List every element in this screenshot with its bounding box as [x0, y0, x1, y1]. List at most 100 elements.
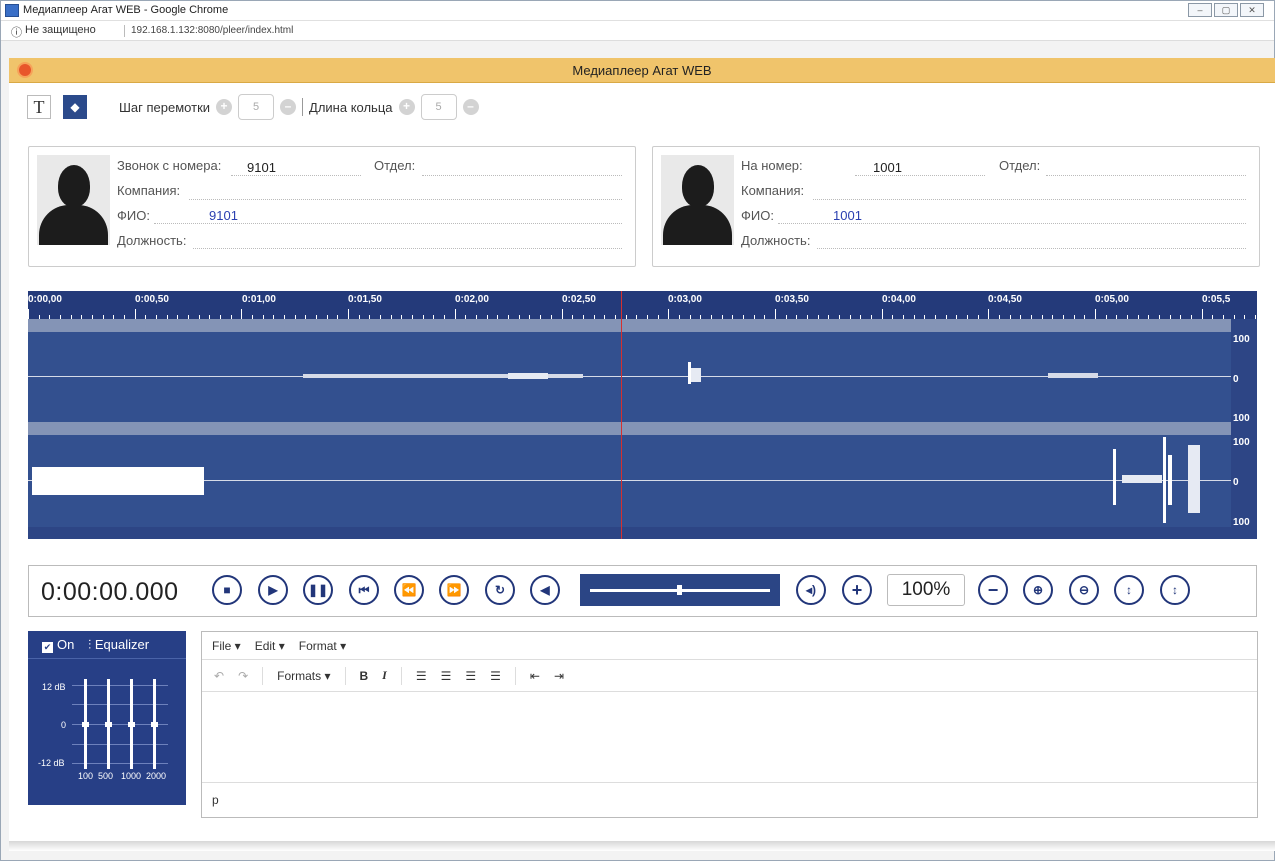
- channel-2-waveform[interactable]: [28, 435, 1231, 527]
- rewind-step-minus-icon[interactable]: –: [280, 99, 297, 115]
- volume-icon[interactable]: ◂): [796, 575, 826, 605]
- time-tick-label: 0:05,00: [1095, 294, 1129, 305]
- redo-icon[interactable]: ↷: [238, 669, 248, 683]
- align-justify-icon[interactable]: ☰: [490, 669, 501, 683]
- play-icon[interactable]: ▶: [258, 575, 288, 605]
- align-left-icon[interactable]: ☰: [416, 669, 427, 683]
- bold-button[interactable]: B: [360, 669, 369, 683]
- undo-icon[interactable]: ↶: [214, 669, 224, 683]
- callee-name-value: 1001: [833, 208, 862, 223]
- caller-from-label: Звонок с номера:: [117, 158, 222, 173]
- ruler-tick: [1255, 315, 1257, 319]
- playback-bar: 0:00:00.000 ■ ▶ ❚❚ ⏮ ⏪ ⏩ ↻ ◀ ◂) + 100% −…: [28, 565, 1257, 617]
- equalizer-icon: ⫶: [87, 637, 92, 652]
- editor-body[interactable]: [202, 692, 1257, 782]
- ch2-scale-bottom: 100: [1233, 517, 1250, 528]
- eq-band-label: 2000: [146, 771, 167, 781]
- eq-knob[interactable]: [82, 722, 89, 727]
- callee-to-value: 1001: [873, 160, 902, 175]
- time-ruler[interactable]: 0:00,00 0:00,50 0:01,00 0:01,50 0:02,00 …: [28, 291, 1257, 319]
- eq-band-label: 1000: [121, 771, 142, 781]
- caller-name-label: ФИО:: [117, 208, 150, 223]
- equalizer-title: Equalizer: [94, 637, 150, 652]
- caller-position-label: Должность:: [117, 233, 187, 248]
- slider-thumb[interactable]: [677, 585, 682, 595]
- vertical-zoom-in-icon[interactable]: ↕: [1114, 575, 1144, 605]
- zoom-in-plus-icon[interactable]: +: [842, 575, 872, 605]
- waveform-view[interactable]: 0:00,00 0:00,50 0:01,00 0:01,50 0:02,00 …: [28, 291, 1257, 539]
- pause-icon[interactable]: ❚❚: [303, 575, 333, 605]
- eq-band-label: 100: [78, 771, 94, 781]
- indent-icon[interactable]: ⇥: [554, 669, 564, 683]
- close-button[interactable]: ✕: [1240, 3, 1264, 17]
- playhead-cursor[interactable]: [621, 291, 622, 539]
- fill-bucket-icon[interactable]: ◆: [63, 95, 87, 119]
- channel-1-header[interactable]: [28, 319, 1231, 332]
- position-slider[interactable]: [580, 574, 780, 606]
- loop-length-label: Длина кольца: [309, 99, 393, 115]
- caller-card: Звонок с номера: 9101 Отдел: Компания: Ф…: [28, 146, 636, 267]
- info-icon[interactable]: ⓘ: [11, 24, 22, 40]
- time-tick-label: 0:03,00: [668, 294, 702, 305]
- ruler-tick: [881, 309, 883, 319]
- main-page: T ◆ Шаг перемотки + 5 – Длина кольца + 5…: [9, 83, 1275, 841]
- eq-knob[interactable]: [151, 722, 158, 727]
- ruler-tick: [668, 309, 670, 319]
- align-right-icon[interactable]: ☰: [465, 669, 476, 683]
- loop-length-plus-icon[interactable]: +: [398, 99, 415, 115]
- align-center-icon[interactable]: ☰: [441, 669, 452, 683]
- fast-forward-icon[interactable]: ⏩: [439, 575, 469, 605]
- eq-band-label: 500: [98, 771, 114, 781]
- time-tick-label: 0:00,00: [28, 294, 62, 305]
- zoom-level[interactable]: 100%: [887, 574, 965, 606]
- channel-1-waveform[interactable]: [28, 332, 1231, 422]
- eq-on-label: On: [57, 637, 75, 652]
- vertical-zoom-out-icon[interactable]: ↕: [1160, 575, 1190, 605]
- italic-button[interactable]: I: [382, 668, 387, 683]
- address-bar[interactable]: ⓘ Не защищено 192.168.1.132:8080/pleer/i…: [1, 21, 1274, 41]
- minimize-button[interactable]: –: [1188, 3, 1212, 17]
- time-tick-label: 0:04,00: [882, 294, 916, 305]
- caller-avatar: [37, 155, 110, 245]
- skip-to-start-icon[interactable]: ⏮: [349, 575, 379, 605]
- rewind-step-input[interactable]: 5: [238, 94, 275, 120]
- eq-on-checkbox[interactable]: ✔: [42, 642, 53, 653]
- horizontal-zoom-out-icon[interactable]: ⊖: [1069, 575, 1099, 605]
- eq-knob[interactable]: [128, 722, 135, 727]
- ruler-tick: [1233, 315, 1235, 319]
- stop-icon[interactable]: ■: [212, 575, 242, 605]
- time-tick-label: 0:03,50: [775, 294, 809, 305]
- callee-to-label: На номер:: [741, 158, 803, 173]
- play-reverse-icon[interactable]: ◀: [530, 575, 560, 605]
- ruler-tick: [28, 309, 29, 319]
- app-header: Медиаплеер Агат WEB: [9, 58, 1275, 83]
- caller-from-value: 9101: [247, 160, 276, 175]
- loop-length-minus-icon[interactable]: –: [462, 99, 479, 115]
- rewind-icon[interactable]: ⏪: [394, 575, 424, 605]
- eq-db-mid: 0: [61, 720, 67, 730]
- text-mode-button[interactable]: T: [27, 95, 51, 119]
- url-text[interactable]: 192.168.1.132:8080/pleer/index.html: [131, 25, 293, 36]
- maximize-button[interactable]: ▢: [1214, 3, 1238, 17]
- callee-card: На номер: 1001 Отдел: Компания: ФИО: 100…: [652, 146, 1260, 267]
- notes-editor: File ▾ Edit ▾ Format ▾ ↶ ↷ Formats ▾ B I…: [201, 631, 1258, 818]
- menu-edit[interactable]: Edit ▾: [255, 639, 285, 653]
- callee-position-label: Должность:: [741, 233, 811, 248]
- outdent-icon[interactable]: ⇤: [530, 669, 540, 683]
- ruler-tick: [454, 309, 456, 319]
- time-tick-label: 0:04,50: [988, 294, 1022, 305]
- time-tick-label: 0:01,50: [348, 294, 382, 305]
- loop-icon[interactable]: ↻: [485, 575, 515, 605]
- ruler-tick: [561, 309, 563, 319]
- menu-format[interactable]: Format ▾: [299, 639, 346, 653]
- loop-length-input[interactable]: 5: [420, 94, 457, 120]
- rewind-step-plus-icon[interactable]: +: [216, 99, 233, 115]
- formats-dropdown[interactable]: Formats ▾: [277, 669, 330, 683]
- time-display: 0:00:00.000: [41, 578, 179, 606]
- horizontal-zoom-in-icon[interactable]: ⊕: [1023, 575, 1053, 605]
- time-tick-label: 0:01,00: [242, 294, 276, 305]
- channel-2-header[interactable]: [28, 422, 1231, 435]
- eq-knob[interactable]: [105, 722, 112, 727]
- zoom-out-minus-icon[interactable]: −: [978, 575, 1008, 605]
- menu-file[interactable]: File ▾: [212, 639, 241, 653]
